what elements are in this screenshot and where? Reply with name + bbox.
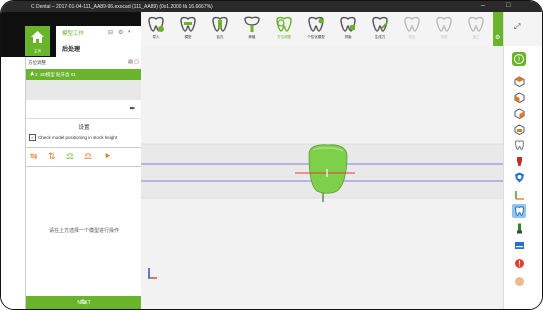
tool-export[interactable]: 导出	[397, 14, 427, 44]
expand-icon[interactable]: ⤢	[514, 22, 520, 32]
maximize-button[interactable]: □	[506, 2, 510, 9]
tool-icon[interactable]	[512, 222, 526, 236]
updown-icon[interactable]: ⇅	[48, 151, 56, 162]
section-label: 方位调整	[28, 60, 46, 65]
shield-icon[interactable]	[512, 170, 526, 184]
level-icon[interactable]: ⚖	[66, 151, 74, 162]
settings-icon[interactable]: ⚙	[495, 34, 500, 41]
title-bar: C Dental – 2017-01-04-111_AA89-96.exocad…	[1, 1, 542, 12]
tool-label: 仿真	[440, 35, 448, 39]
align-icon[interactable]: ⇋	[30, 151, 38, 162]
right-toolbar-top: ⤢	[504, 12, 542, 46]
tool-label: 导入	[152, 35, 160, 39]
tool-label: 生成刀	[374, 35, 386, 39]
window-title: C Dental – 2017-01-04-111_AA89-96.exocad…	[31, 3, 213, 10]
scene[interactable]	[141, 46, 503, 310]
tool-label: 钻孔	[216, 35, 224, 39]
tool-label: 模型	[184, 35, 192, 39]
list-item-selected[interactable]: 1. 2. 3D模型 贴牙齿 01 ♟	[26, 69, 142, 80]
cube-side-icon[interactable]	[512, 106, 526, 120]
tab-model-work[interactable]: 模型工作	[62, 29, 84, 37]
toolbar-accent: ⚙	[493, 12, 503, 46]
window-icon[interactable]: ⊟	[108, 29, 113, 36]
panel-body: 方位调整 ▤ ▢ 1. 2. 3D模型 贴牙齿 01 ♟ ✒ 设置 ✓ Chec…	[25, 57, 142, 309]
workflow-toolbar: 导入 模型 钻孔 种植 方位调整 个性化模型 排版 生成刀 导出 仿真 加工	[141, 12, 493, 47]
tooth-blue-icon[interactable]	[512, 204, 526, 218]
import-tooth-icon	[148, 16, 164, 32]
settings-title: 设置	[78, 125, 90, 131]
tool-label: 种植	[248, 35, 256, 39]
checkbox[interactable]: ✓	[29, 134, 36, 141]
tool-implant[interactable]: 种植	[237, 14, 267, 44]
tool-machine[interactable]: 加工	[461, 14, 491, 44]
left-panel: 主页 模型工作 ⊟ ⚙ ◐ 后处理 方位调整 ▤ ▢ 1. 2. 3D模型 贴牙…	[1, 12, 142, 309]
help-icon[interactable]: ◐	[128, 29, 132, 35]
tool-drill[interactable]: 钻孔	[205, 14, 235, 44]
alert-icon[interactable]	[512, 256, 526, 270]
tool-label: 个性化模型	[307, 35, 325, 39]
align-tools: ⇋ ⇅ ⚖ ⚖ ⯈	[26, 147, 142, 167]
balance-icon[interactable]: ⚖	[84, 151, 92, 162]
tooth-red-icon[interactable]	[512, 154, 526, 168]
cube-top-icon[interactable]	[512, 90, 526, 104]
section-tools: ▤ ▢	[128, 59, 139, 65]
tool-simulate[interactable]: 仿真	[429, 14, 459, 44]
right-toolbar: ⤢ i	[503, 12, 542, 309]
cube-front-icon[interactable]	[512, 74, 526, 88]
orange-icon[interactable]	[512, 274, 526, 288]
drill-tooth-icon	[212, 16, 228, 32]
generate-tooth-icon	[372, 16, 388, 32]
cube-iso-icon[interactable]	[512, 122, 526, 136]
tool-row: ✒	[26, 100, 142, 119]
card-icon[interactable]	[512, 238, 526, 252]
tool-generate[interactable]: 生成刀	[365, 14, 395, 44]
info-icon[interactable]: i	[512, 52, 526, 66]
implant-tooth-icon	[244, 16, 260, 32]
list-icon[interactable]: ▤	[128, 59, 133, 65]
process-header: 后处理	[56, 40, 141, 57]
tool-import[interactable]: 导入	[141, 14, 171, 44]
gear-icon[interactable]: ⚙	[118, 29, 123, 36]
home-button[interactable]: 主页	[25, 26, 50, 56]
orientation-tooth-icon	[276, 16, 292, 32]
tool-label: 加工	[472, 35, 480, 39]
tool-custom-model[interactable]: 个性化模型	[301, 14, 331, 44]
tool-label: 排版	[344, 35, 352, 39]
home-label: 主页	[34, 49, 41, 53]
axis-gizmo	[148, 268, 157, 279]
process-title: 后处理	[62, 47, 81, 53]
tool-orientation[interactable]: 方位调整	[269, 14, 299, 44]
axis-icon[interactable]	[512, 188, 526, 202]
hint-text: 请在上方选择一个模型进行操作	[48, 228, 119, 234]
minimize-button[interactable]: –	[481, 2, 485, 9]
model-tooth-icon	[180, 16, 196, 32]
flag-icon[interactable]: ⯈	[104, 151, 111, 162]
check-position-option[interactable]: ✓ Check model positioning in stock heigh…	[29, 134, 117, 141]
list-area	[26, 80, 142, 100]
tool-layout[interactable]: 排版	[333, 14, 363, 44]
layout-tooth-icon	[340, 16, 356, 32]
app-window: C Dental – 2017-01-04-111_AA89-96.exocad…	[0, 0, 543, 310]
wand-icon: ✎	[80, 298, 88, 307]
machine-tooth-icon	[468, 16, 484, 32]
tool-label: 方位调整	[277, 35, 291, 39]
3d-viewport[interactable]	[141, 46, 503, 310]
pen-icon[interactable]: ✒	[129, 104, 136, 113]
custom-tooth-icon	[308, 16, 324, 32]
checkbox-label: Check model positioning in stock height	[38, 135, 118, 140]
panel-tabs: 模型工作 ⊟ ⚙ ◐	[56, 26, 141, 40]
tool-model[interactable]: 模型	[173, 14, 203, 44]
export-tooth-icon	[404, 16, 420, 32]
tooth-small-icon: ♟	[30, 71, 35, 77]
tool-label: 导出	[408, 35, 416, 39]
simulate-tooth-icon	[436, 16, 452, 32]
next-button[interactable]: NEXT ✎	[26, 296, 142, 309]
home-icon	[31, 31, 44, 43]
tooth-icon[interactable]	[512, 138, 526, 152]
delete-icon[interactable]: ▢	[134, 59, 139, 65]
